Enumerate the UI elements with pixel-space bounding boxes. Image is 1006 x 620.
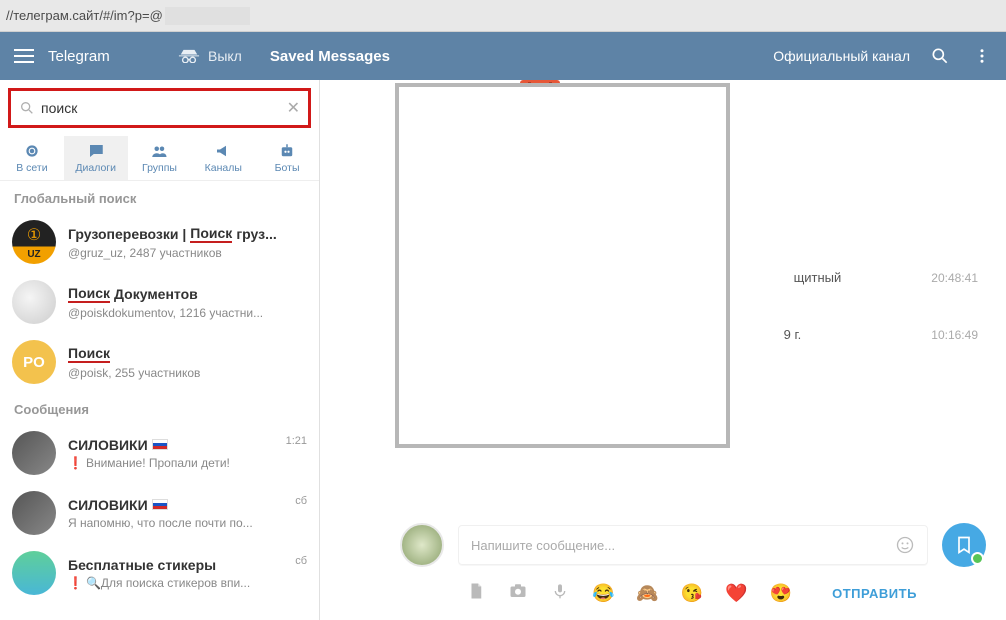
user-avatar[interactable] xyxy=(400,523,444,567)
sidebar: ✕ В сети Диалоги Группы Каналы Боты xyxy=(0,80,320,620)
search-box: ✕ xyxy=(8,88,311,128)
message-result-row[interactable]: Бесплатные стикеры ❗🔍Для поиска стикеров… xyxy=(0,543,319,603)
camera-icon xyxy=(508,582,528,600)
avatar: PO xyxy=(12,340,56,384)
section-messages: Сообщения xyxy=(0,392,319,423)
brand-title: Telegram xyxy=(48,48,178,65)
search-results[interactable]: Глобальный поиск Грузоперевозки | Поиск … xyxy=(0,181,319,620)
tab-online[interactable]: В сети xyxy=(0,136,64,180)
exclamation-icon: ❗ xyxy=(68,456,83,470)
loupe-icon: 🔍 xyxy=(86,576,101,590)
compose-area: Напишите сообщение... xyxy=(400,523,986,606)
url-masked xyxy=(165,7,250,25)
bot-icon xyxy=(277,142,297,160)
incognito-toggle[interactable]: Выкл xyxy=(178,48,242,64)
attach-file-button[interactable] xyxy=(466,582,486,605)
search-icon xyxy=(19,100,35,116)
avatar xyxy=(12,280,56,324)
emoji-heart[interactable]: ❤️ xyxy=(725,583,747,604)
menu-button[interactable] xyxy=(0,32,48,80)
bookmark-fab[interactable] xyxy=(942,523,986,567)
result-sub: @poisk, 255 участников xyxy=(68,366,307,380)
exclamation-icon: ❗ xyxy=(68,576,83,590)
avatar xyxy=(12,431,56,475)
emoji-laugh[interactable]: 😂 xyxy=(592,583,614,604)
result-sub: ❗Внимание! Пропали дети! xyxy=(68,456,286,470)
clear-search-button[interactable]: ✕ xyxy=(287,98,300,118)
result-title: Поиск xyxy=(68,345,307,363)
emoji-hearteyes[interactable]: 😍 xyxy=(770,583,792,604)
incognito-icon xyxy=(178,49,200,64)
result-sub: @poiskdokumentov, 1216 участни... xyxy=(68,306,307,320)
flag-ru-icon xyxy=(152,439,168,450)
message-result-row[interactable]: СИЛОВИКИ Я напомню, что после почти по..… xyxy=(0,483,319,543)
result-title: Поиск Документов xyxy=(68,285,307,303)
official-channel-link[interactable]: Официальный канал xyxy=(773,48,910,64)
avatar xyxy=(12,491,56,535)
chat-area: щитный20:48:41 9 г.10:16:49 Напишите соо… xyxy=(320,80,1006,620)
image-placeholder[interactable] xyxy=(395,83,730,448)
chat-title[interactable]: Saved Messages xyxy=(242,48,773,65)
emoji-picker-icon[interactable] xyxy=(895,535,915,555)
result-sub: @gruz_uz, 2487 участников xyxy=(68,246,307,260)
hamburger-icon xyxy=(14,49,34,63)
mic-icon xyxy=(552,581,568,601)
tab-channels[interactable]: Каналы xyxy=(191,136,255,180)
app-header: Telegram Выкл Saved Messages Официальный… xyxy=(0,32,1006,80)
tab-bots[interactable]: Боты xyxy=(255,136,319,180)
header-more-button[interactable] xyxy=(970,44,994,68)
tab-dialogs[interactable]: Диалоги xyxy=(64,136,128,180)
emoji-kiss[interactable]: 😘 xyxy=(681,583,703,604)
result-sub: ❗🔍Для поиска стикеров впи... xyxy=(68,576,295,590)
send-button[interactable]: ОТПРАВИТЬ xyxy=(832,586,917,601)
message-placeholder: Напишите сообщение... xyxy=(471,538,895,553)
chat-icon xyxy=(86,142,106,160)
url-text: //телеграм.сайт/#/im?p=@ xyxy=(6,8,163,23)
avatar xyxy=(12,551,56,595)
result-title: Грузоперевозки | Поиск груз... xyxy=(68,225,307,243)
online-icon xyxy=(22,142,42,160)
result-title: Бесплатные стикеры xyxy=(68,557,295,573)
flag-ru-icon xyxy=(152,499,168,510)
incognito-label: Выкл xyxy=(208,48,242,64)
global-result-row[interactable]: PO Поиск @poisk, 255 участников xyxy=(0,332,319,392)
result-title: СИЛОВИКИ xyxy=(68,497,295,513)
message-input[interactable]: Напишите сообщение... xyxy=(458,525,928,565)
attach-photo-button[interactable] xyxy=(508,582,528,605)
result-title: СИЛОВИКИ xyxy=(68,437,286,453)
attach-row: 😂 🙈 😘 ❤️ 😍 ОТПРАВИТЬ xyxy=(400,581,986,606)
result-time: 1:21 xyxy=(286,435,307,447)
header-search-button[interactable] xyxy=(928,44,952,68)
result-time: сб xyxy=(295,555,307,567)
group-icon xyxy=(149,142,169,160)
emoji-monkey[interactable]: 🙈 xyxy=(636,583,658,604)
file-icon xyxy=(467,582,485,600)
global-result-row[interactable]: Поиск Документов @poiskdokumentov, 1216 … xyxy=(0,272,319,332)
search-input[interactable] xyxy=(35,100,287,116)
result-time: сб xyxy=(295,495,307,507)
megaphone-icon xyxy=(213,142,233,160)
message-result-row[interactable]: СИЛОВИКИ ❗Внимание! Пропали дети! 1:21 xyxy=(0,423,319,483)
browser-url-bar: //телеграм.сайт/#/im?p=@ xyxy=(0,0,1006,32)
message-meta: щитный20:48:41 9 г.10:16:49 xyxy=(784,270,978,384)
search-icon xyxy=(930,46,950,66)
tab-groups[interactable]: Группы xyxy=(128,136,192,180)
result-sub: Я напомню, что после почти по... xyxy=(68,516,295,530)
attach-voice-button[interactable] xyxy=(550,581,570,606)
avatar xyxy=(12,220,56,264)
global-result-row[interactable]: Грузоперевозки | Поиск груз... @gruz_uz,… xyxy=(0,212,319,272)
dots-vertical-icon xyxy=(973,47,991,65)
section-global: Глобальный поиск xyxy=(0,181,319,212)
bookmark-icon xyxy=(954,535,974,555)
sidebar-tabs: В сети Диалоги Группы Каналы Боты xyxy=(0,136,319,181)
